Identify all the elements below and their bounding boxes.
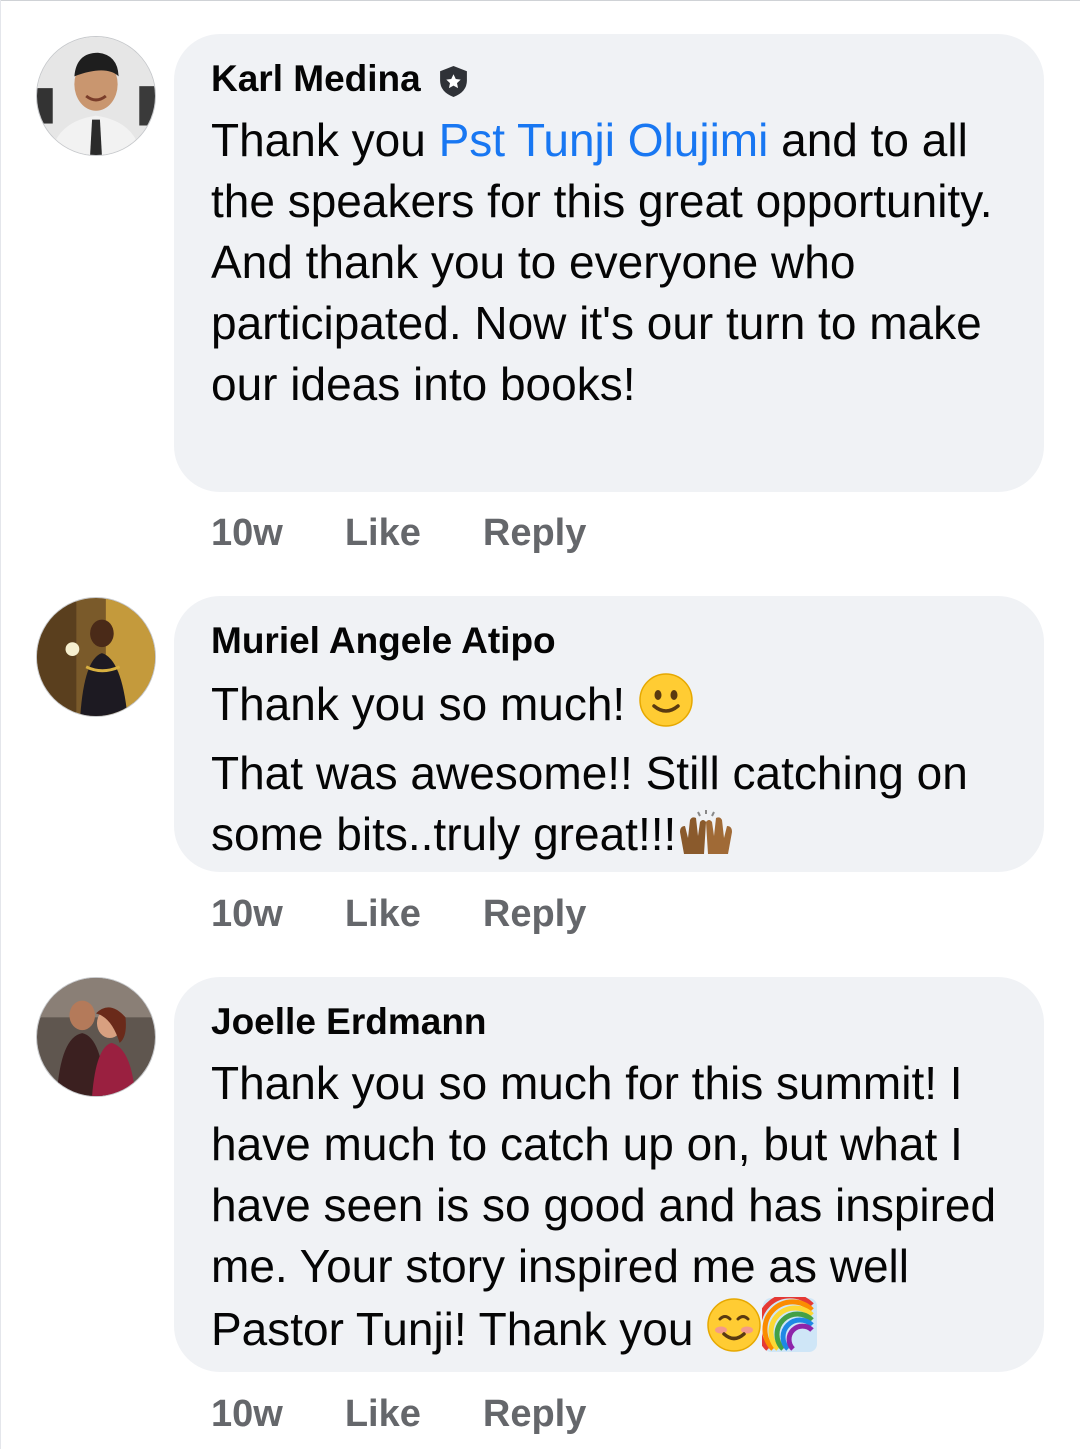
comment-text-part: Thank you so much for this summit! I hav… <box>211 1057 1009 1355</box>
shield-star-icon <box>437 63 470 97</box>
like-button[interactable]: Like <box>345 1393 421 1436</box>
timestamp[interactable]: 10w <box>211 512 283 555</box>
avatar[interactable] <box>36 36 156 156</box>
like-button[interactable]: Like <box>345 512 421 555</box>
timestamp[interactable]: 10w <box>211 893 283 936</box>
avatar-photo <box>37 978 155 1096</box>
reply-button[interactable]: Reply <box>483 1393 586 1436</box>
comment-text-part: Thank you <box>211 114 439 166</box>
left-divider <box>0 0 1 1449</box>
comment-actions: 10w Like Reply <box>211 893 648 936</box>
author-name[interactable]: Karl Medina <box>211 56 421 102</box>
avatar[interactable] <box>36 977 156 1097</box>
raising-hands-icon <box>676 808 736 873</box>
comment-author: Karl Medina <box>211 56 1006 102</box>
author-name[interactable]: Joelle Erdmann <box>211 999 487 1045</box>
author-name[interactable]: Muriel Angele Atipo <box>211 618 556 664</box>
comment-bubble: Karl Medina Thank you Pst Tunji Olujimi … <box>174 34 1044 492</box>
comment-text: Thank you so much! That was awesome!! St… <box>211 672 1006 873</box>
comment-author: Joelle Erdmann <box>211 999 1006 1045</box>
avatar-photo <box>37 37 155 155</box>
avatar-photo <box>37 598 155 716</box>
comment-actions: 10w Like Reply <box>211 512 648 555</box>
comment-text: Thank you so much for this summit! I hav… <box>211 1053 1006 1368</box>
comment-bubble: Joelle Erdmann Thank you so much for thi… <box>174 977 1044 1372</box>
comment-actions: 10w Like Reply <box>211 1393 648 1436</box>
comment-text: Thank you Pst Tunji Olujimi and to all t… <box>211 110 1006 415</box>
top-divider <box>0 0 1080 8</box>
mention-link[interactable]: Pst Tunji Olujimi <box>439 114 769 166</box>
slightly-smiling-face-icon <box>638 672 694 743</box>
comment-text-part: That was awesome!! Still catching on som… <box>211 747 981 860</box>
comment-bubble: Muriel Angele Atipo Thank you so much! T… <box>174 596 1044 872</box>
comment-text-part: Thank you so much! <box>211 678 638 730</box>
rainbow-icon <box>756 1293 818 1368</box>
like-button[interactable]: Like <box>345 893 421 936</box>
reply-button[interactable]: Reply <box>483 893 586 936</box>
avatar[interactable] <box>36 597 156 717</box>
timestamp[interactable]: 10w <box>211 1393 283 1436</box>
comment-author: Muriel Angele Atipo <box>211 618 1006 664</box>
reply-button[interactable]: Reply <box>483 512 586 555</box>
smiling-face-icon <box>706 1297 762 1368</box>
